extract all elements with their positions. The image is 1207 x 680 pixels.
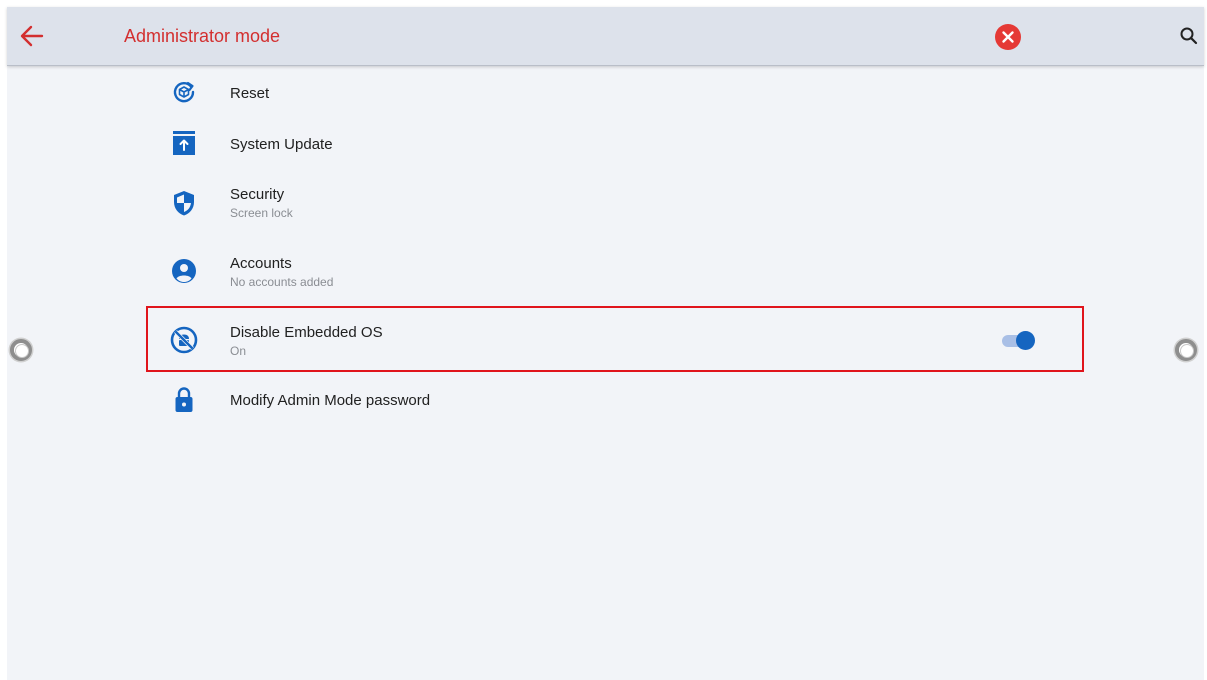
setting-summary: No accounts added [230, 275, 334, 289]
shield-icon [170, 189, 198, 217]
setting-item-modify-admin-password[interactable]: Modify Admin Mode password [160, 384, 920, 416]
setting-item-disable-embedded-os[interactable]: Disable Embedded OS On [160, 322, 920, 362]
arrow-back-icon [20, 25, 44, 47]
screen-frame-left [0, 0, 7, 680]
setting-item-security[interactable]: Security Screen lock [160, 183, 920, 223]
android-off-icon [170, 326, 198, 354]
toggle-thumb [1016, 331, 1035, 350]
setting-item-reset[interactable]: Reset [160, 78, 920, 110]
setting-summary: Screen lock [230, 206, 293, 220]
setting-label: Accounts [230, 255, 292, 272]
screen-frame-top [0, 0, 1207, 7]
back-button[interactable] [17, 21, 47, 51]
disable-embedded-os-toggle[interactable] [1000, 330, 1036, 352]
search-icon [1180, 27, 1198, 45]
close-button[interactable] [995, 24, 1021, 50]
page-title: Administrator mode [124, 26, 281, 46]
search-button[interactable] [1177, 24, 1201, 48]
setting-label: Disable Embedded OS [230, 324, 383, 341]
lock-icon [170, 385, 198, 413]
close-circle-icon [1002, 31, 1014, 43]
setting-label: Modify Admin Mode password [230, 392, 431, 409]
setting-item-accounts[interactable]: Accounts No accounts added [160, 252, 920, 292]
setting-label: Reset [230, 85, 270, 102]
left-side-handle[interactable] [10, 339, 32, 361]
account-circle-icon [170, 257, 198, 285]
right-side-handle[interactable] [1175, 339, 1197, 361]
app-bar: Administrator mode [7, 7, 1204, 66]
setting-label: Security [230, 186, 285, 203]
system-update-icon [170, 129, 198, 157]
reset-icon [170, 78, 198, 106]
setting-label: System Update [230, 136, 333, 153]
setting-item-system-update[interactable]: System Update [160, 128, 920, 160]
setting-summary: On [230, 344, 247, 358]
